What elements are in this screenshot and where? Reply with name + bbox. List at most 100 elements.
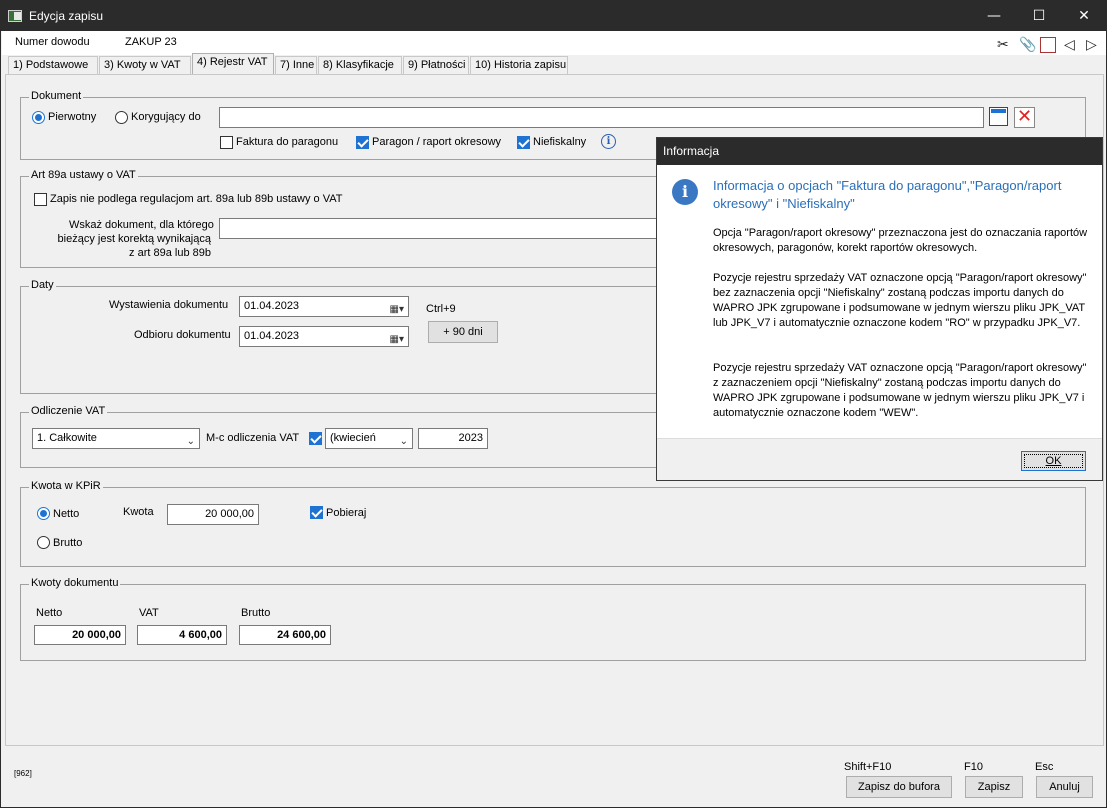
kpir-legend: Kwota w KPiR: [29, 480, 103, 492]
dialog-title: Informacja: [657, 138, 1102, 165]
month-select[interactable]: (kwiecień ⌄: [325, 428, 413, 449]
checkbox-faktura[interactable]: [220, 136, 233, 149]
radio-brutto-label: Brutto: [53, 537, 83, 549]
radio-pierwotny[interactable]: [32, 111, 45, 124]
tab-podstawowe[interactable]: 1) Podstawowe: [8, 56, 98, 75]
art89-legend: Art 89a ustawy o VAT: [29, 169, 138, 181]
checkbox-niefiskalny[interactable]: [517, 136, 530, 149]
date-dropdown-icon[interactable]: ▦▾: [390, 300, 404, 319]
tab-bar: 1) Podstawowe 3) Kwoty w VAT 4) Rejestr …: [2, 53, 1106, 75]
checkbox-paragon[interactable]: [356, 136, 369, 149]
date-dropdown-icon[interactable]: ▦▾: [390, 330, 404, 349]
main-window: Edycja zapisu — ☐ ✕ Numer dowodu ZAKUP 2…: [0, 0, 1107, 808]
kwoty-vat-value: 4 600,00: [137, 625, 227, 645]
esc-label: Esc: [1035, 761, 1054, 773]
save-to-buffer-button[interactable]: Zapisz do bufora: [846, 776, 952, 798]
dokument-legend: Dokument: [29, 90, 84, 102]
wskaz-line2: bieżący jest korektą wynikającą: [57, 233, 211, 245]
cancel-button[interactable]: Anuluj: [1036, 776, 1093, 798]
wskaz-input[interactable]: [219, 218, 659, 239]
shift-f10-label: Shift+F10: [844, 761, 892, 773]
korygujacy-input[interactable]: [219, 107, 984, 128]
record-code: [962]: [14, 769, 32, 778]
shortcut-label: Ctrl+9: [426, 303, 456, 315]
checkbox-pobieraj[interactable]: [310, 506, 323, 519]
plus-90-button[interactable]: + 90 dni: [428, 321, 498, 343]
next-arrow-icon[interactable]: ▷: [1086, 37, 1097, 53]
checkbox-art89[interactable]: [34, 193, 47, 206]
wskaz-line1: Wskaż dokument, dla którego: [69, 219, 214, 231]
checkbox-art89-label: Zapis nie podlega regulacjom art. 89a lu…: [50, 193, 343, 205]
app-icon: [8, 10, 22, 22]
radio-korygujacy[interactable]: [115, 111, 128, 124]
wskaz-line3: z art 89a lub 89b: [129, 247, 211, 259]
paperclip-icon[interactable]: 📎: [1019, 37, 1036, 53]
tab-kwoty-vat[interactable]: 3) Kwoty w VAT: [99, 56, 191, 75]
doc-number-label: Numer dowodu: [15, 36, 90, 48]
kpir-group: Kwota w KPiR Netto Brutto Kwota 20 000,0…: [20, 480, 1086, 567]
calendar-picker-icon[interactable]: [989, 107, 1008, 126]
info-icon[interactable]: i: [601, 134, 616, 149]
scissors-icon[interactable]: ✂: [997, 37, 1009, 53]
wystawienia-value: 01.04.2023: [244, 300, 300, 312]
kwoty-netto-label: Netto: [36, 607, 63, 619]
ok-button[interactable]: OK: [1021, 451, 1086, 471]
year-input[interactable]: 2023: [418, 428, 488, 449]
checkbox-pobieraj-label: Pobieraj: [326, 507, 367, 519]
kwoty-group: Kwoty dokumentu Netto VAT Brutto 20 000,…: [20, 577, 1086, 661]
tab-klasyfikacje[interactable]: 8) Klasyfikacje: [318, 56, 402, 75]
tab-historia[interactable]: 10) Historia zapisu: [470, 56, 568, 75]
save-button[interactable]: Zapisz: [965, 776, 1023, 798]
information-icon: i: [672, 179, 698, 205]
checkbox-faktura-label: Faktura do paragonu: [236, 136, 339, 148]
f10-label: F10: [964, 761, 983, 773]
kwoty-legend: Kwoty dokumentu: [29, 577, 121, 589]
dialog-footer: OK: [657, 438, 1102, 480]
dialog-paragraph-3: Pozycje rejestru sprzedaży VAT oznaczone…: [713, 362, 1087, 419]
chevron-down-icon: ⌄: [186, 436, 195, 447]
mc-odliczenia-label: M-c odliczenia VAT: [206, 432, 300, 444]
prev-arrow-icon[interactable]: ◁: [1064, 37, 1075, 53]
kwota-label: Kwota: [123, 506, 154, 518]
maximize-button[interactable]: ☐: [1016, 1, 1062, 31]
window-title: Edycja zapisu: [29, 9, 104, 23]
radio-netto[interactable]: [37, 507, 50, 520]
radio-netto-label: Netto: [53, 508, 80, 520]
odliczenie-type-select[interactable]: 1. Całkowite ⌄: [32, 428, 200, 449]
wystawienia-input[interactable]: 01.04.2023 ▦▾: [239, 296, 409, 317]
odliczenie-legend: Odliczenie VAT: [29, 405, 108, 417]
doc-number-value: ZAKUP 23: [125, 36, 177, 48]
daty-legend: Daty: [29, 279, 56, 291]
tab-inne[interactable]: 7) Inne: [275, 56, 317, 75]
kwoty-vat-label: VAT: [139, 607, 159, 619]
checkbox-mc-odliczenia[interactable]: [309, 432, 322, 445]
odbioru-input[interactable]: 01.04.2023 ▦▾: [239, 326, 409, 347]
close-button[interactable]: ✕: [1061, 1, 1107, 31]
document-header: Numer dowodu ZAKUP 23: [2, 31, 1106, 55]
checkbox-paragon-label: Paragon / raport okresowy: [372, 136, 502, 148]
odbioru-label: Odbioru dokumentu: [134, 329, 231, 341]
clear-icon[interactable]: ✕: [1014, 107, 1035, 128]
minimize-button[interactable]: —: [971, 1, 1017, 31]
dialog-paragraph-1: Opcja "Paragon/raport okresowy" przeznac…: [713, 227, 1088, 254]
checkbox-niefiskalny-label: Niefiskalny: [533, 136, 587, 148]
info-dialog: Informacja i Informacja o opcjach "Faktu…: [656, 137, 1103, 481]
tab-rejestr-vat[interactable]: 4) Rejestr VAT: [192, 53, 274, 75]
odliczenie-type-value: 1. Całkowite: [37, 432, 97, 444]
chevron-down-icon: ⌄: [399, 436, 408, 447]
wystawienia-label: Wystawienia dokumentu: [109, 299, 229, 311]
radio-pierwotny-label: Pierwotny: [48, 111, 97, 123]
kwota-input[interactable]: 20 000,00: [167, 504, 259, 525]
tab-platnosci[interactable]: 9) Płatności: [403, 56, 469, 75]
dialog-heading: Informacja o opcjach "Faktura do paragon…: [713, 178, 1062, 211]
radio-korygujacy-label: Korygujący do: [131, 111, 201, 123]
title-bar: Edycja zapisu — ☐ ✕: [1, 1, 1106, 31]
kwoty-netto-value: 20 000,00: [34, 625, 126, 645]
kwoty-brutto-label: Brutto: [241, 607, 271, 619]
dialog-paragraph-2: Pozycje rejestru sprzedaży VAT oznaczone…: [713, 272, 1087, 329]
report-icon[interactable]: [1040, 37, 1056, 53]
radio-brutto[interactable]: [37, 536, 50, 549]
kwoty-brutto-value: 24 600,00: [239, 625, 331, 645]
month-value: kwiecień: [333, 432, 376, 444]
odbioru-value: 01.04.2023: [244, 330, 300, 342]
